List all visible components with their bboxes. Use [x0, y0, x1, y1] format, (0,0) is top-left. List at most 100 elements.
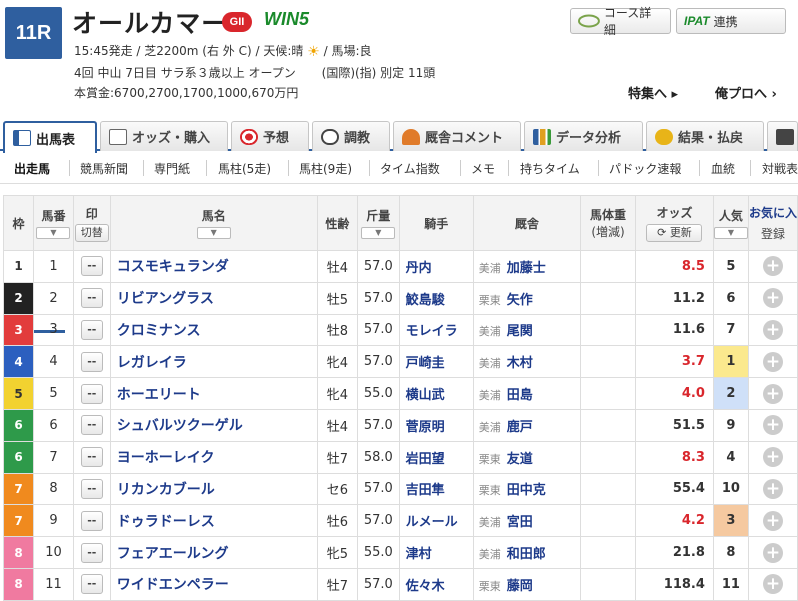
tab-results[interactable]: 結果・払戻	[646, 121, 764, 151]
col-pop[interactable]: 人気 ▼	[712, 195, 749, 251]
separator	[750, 160, 751, 176]
trainer-link[interactable]: 尾関	[507, 324, 533, 339]
plus-icon[interactable]: +	[762, 510, 783, 531]
trainer-link[interactable]: 加藤士	[507, 261, 546, 276]
horse-name-link[interactable]: クロミナンス	[109, 313, 318, 347]
waku-cell: 8	[2, 536, 35, 569]
horse-name-link[interactable]: コスモキュランダ	[109, 250, 318, 283]
odds-update-button[interactable]: ⟳ 更新	[646, 224, 703, 242]
orepro-link[interactable]: 俺プロへ ›	[715, 83, 777, 102]
mark-select[interactable]: --	[80, 478, 103, 499]
trainer-link[interactable]: 矢作	[507, 293, 533, 308]
col-horse[interactable]: 馬名 ▼	[109, 195, 318, 251]
subnav-shussouba[interactable]: 出走馬	[14, 160, 50, 177]
horse-name-link[interactable]: リカンカブール	[109, 472, 318, 506]
horse-name-link[interactable]: ホーエリート	[109, 377, 318, 410]
stable-location: 美浦	[478, 420, 501, 434]
plus-icon[interactable]: +	[762, 478, 783, 499]
jockey-link[interactable]: 鮫島駿	[398, 281, 474, 315]
jockey-link[interactable]: 岩田望	[398, 440, 474, 474]
jockey-link[interactable]: モレイラ	[398, 313, 474, 347]
bodyweight-cell	[579, 250, 637, 283]
mark-select[interactable]: --	[80, 542, 103, 563]
col-umaban[interactable]: 馬番 ▼	[33, 195, 74, 251]
subnav-senmonshi[interactable]: 専門紙	[154, 160, 190, 177]
chevron-down-icon[interactable]: ▼	[36, 227, 71, 239]
ipat-link-button[interactable]: IPAT 連携	[676, 8, 786, 34]
trainer-link[interactable]: 田中克	[507, 483, 546, 498]
plus-icon[interactable]: +	[762, 256, 783, 277]
mark-select[interactable]: --	[80, 574, 103, 595]
mark-select[interactable]: --	[80, 351, 103, 372]
jockey-link[interactable]: 佐々木	[398, 567, 474, 601]
mark-select[interactable]: --	[80, 288, 103, 309]
odds-cell: 55.4	[635, 472, 714, 506]
tab-yosou[interactable]: 予想	[231, 121, 309, 151]
plus-icon[interactable]: +	[762, 319, 783, 340]
jockey-link[interactable]: 丹内	[398, 250, 474, 283]
login-link[interactable]: 登録	[749, 225, 796, 242]
trainer-link[interactable]: 木村	[507, 356, 533, 371]
horse-name-link[interactable]: フェアエールング	[109, 536, 318, 569]
weight-cell: 57.0	[356, 567, 400, 601]
plus-icon[interactable]: +	[762, 447, 783, 468]
horse-name-link[interactable]: ワイドエンペラー	[109, 567, 318, 601]
trainer-link[interactable]: 宮田	[507, 515, 533, 530]
kirikae-button[interactable]: 切替	[74, 223, 109, 242]
chevron-down-icon[interactable]: ▼	[714, 227, 748, 239]
jockey-link[interactable]: 横山武	[398, 377, 474, 410]
horse-name-link[interactable]: リビアングラス	[109, 281, 318, 315]
jockey-link[interactable]: 菅原明	[398, 408, 474, 442]
col-weight[interactable]: 斤量 ▼	[356, 195, 400, 251]
subnav-keiba-shinbun[interactable]: 競馬新聞	[80, 160, 128, 177]
jockey-link[interactable]: 戸崎圭	[398, 345, 474, 379]
tab-video[interactable]	[767, 121, 798, 151]
subnav-time-index[interactable]: タイム指数	[380, 160, 440, 177]
plus-icon[interactable]: +	[762, 542, 783, 563]
umaban-cell: 8	[33, 472, 74, 506]
mark-select[interactable]: --	[80, 319, 103, 340]
plus-icon[interactable]: +	[762, 288, 783, 309]
subnav-kettou[interactable]: 血統	[711, 160, 735, 177]
mark-select[interactable]: --	[80, 510, 103, 531]
mark-select[interactable]: --	[80, 256, 103, 277]
col-stable: 厩舎	[472, 195, 581, 251]
plus-icon[interactable]: +	[762, 351, 783, 372]
trainer-link[interactable]: 鹿戸	[507, 420, 533, 435]
mark-select[interactable]: --	[80, 447, 103, 468]
plus-icon[interactable]: +	[762, 383, 783, 404]
subnav-memo[interactable]: メモ	[471, 160, 495, 177]
trainer-link[interactable]: 友道	[507, 452, 533, 467]
subnav-umabashira-5[interactable]: 馬柱(5走)	[218, 160, 271, 177]
horse-name-link[interactable]: ドゥラドーレス	[109, 504, 318, 538]
chevron-down-icon[interactable]: ▼	[361, 227, 396, 239]
trainer-link[interactable]: 藤岡	[507, 579, 533, 594]
subnav-mochi-time[interactable]: 持ちタイム	[520, 160, 580, 177]
chevron-down-icon[interactable]: ▼	[196, 227, 231, 239]
tokushu-link[interactable]: 特集へ ▸	[628, 83, 678, 102]
jockey-link[interactable]: ルメール	[398, 504, 474, 538]
subnav-umabashira-9[interactable]: 馬柱(9走)	[299, 160, 352, 177]
tab-stable-comment[interactable]: 厩舎コメント	[393, 121, 521, 151]
pop-cell: 5	[712, 250, 749, 283]
tab-odds[interactable]: オッズ・購入	[100, 121, 228, 151]
tab-data-analysis[interactable]: データ分析	[524, 121, 643, 151]
plus-icon[interactable]: +	[762, 574, 783, 595]
course-detail-button[interactable]: コース詳細	[570, 6, 671, 37]
horse-name-link[interactable]: レガレイラ	[109, 345, 318, 379]
jockey-link[interactable]: 吉田隼	[398, 472, 474, 506]
stable-location: 美浦	[478, 325, 501, 339]
mark-select[interactable]: --	[80, 383, 103, 404]
mark-select[interactable]: --	[80, 415, 103, 436]
horse-name-link[interactable]: シュバルツクーゲル	[109, 408, 318, 442]
trainer-link[interactable]: 田島	[507, 388, 533, 403]
horse-name-link[interactable]: ヨーホーレイク	[109, 440, 318, 474]
jockey-link[interactable]: 津村	[398, 536, 474, 569]
tab-choukyou[interactable]: 調教	[312, 121, 390, 151]
subnav-taisenhyou[interactable]: 対戦表	[762, 160, 798, 177]
subnav-paddock[interactable]: パドック速報	[609, 160, 681, 177]
trainer-link[interactable]: 和田郎	[507, 547, 546, 562]
tab-shutsuba[interactable]: 出馬表	[3, 121, 97, 153]
mark-cell: --	[72, 567, 111, 601]
plus-icon[interactable]: +	[762, 415, 783, 436]
